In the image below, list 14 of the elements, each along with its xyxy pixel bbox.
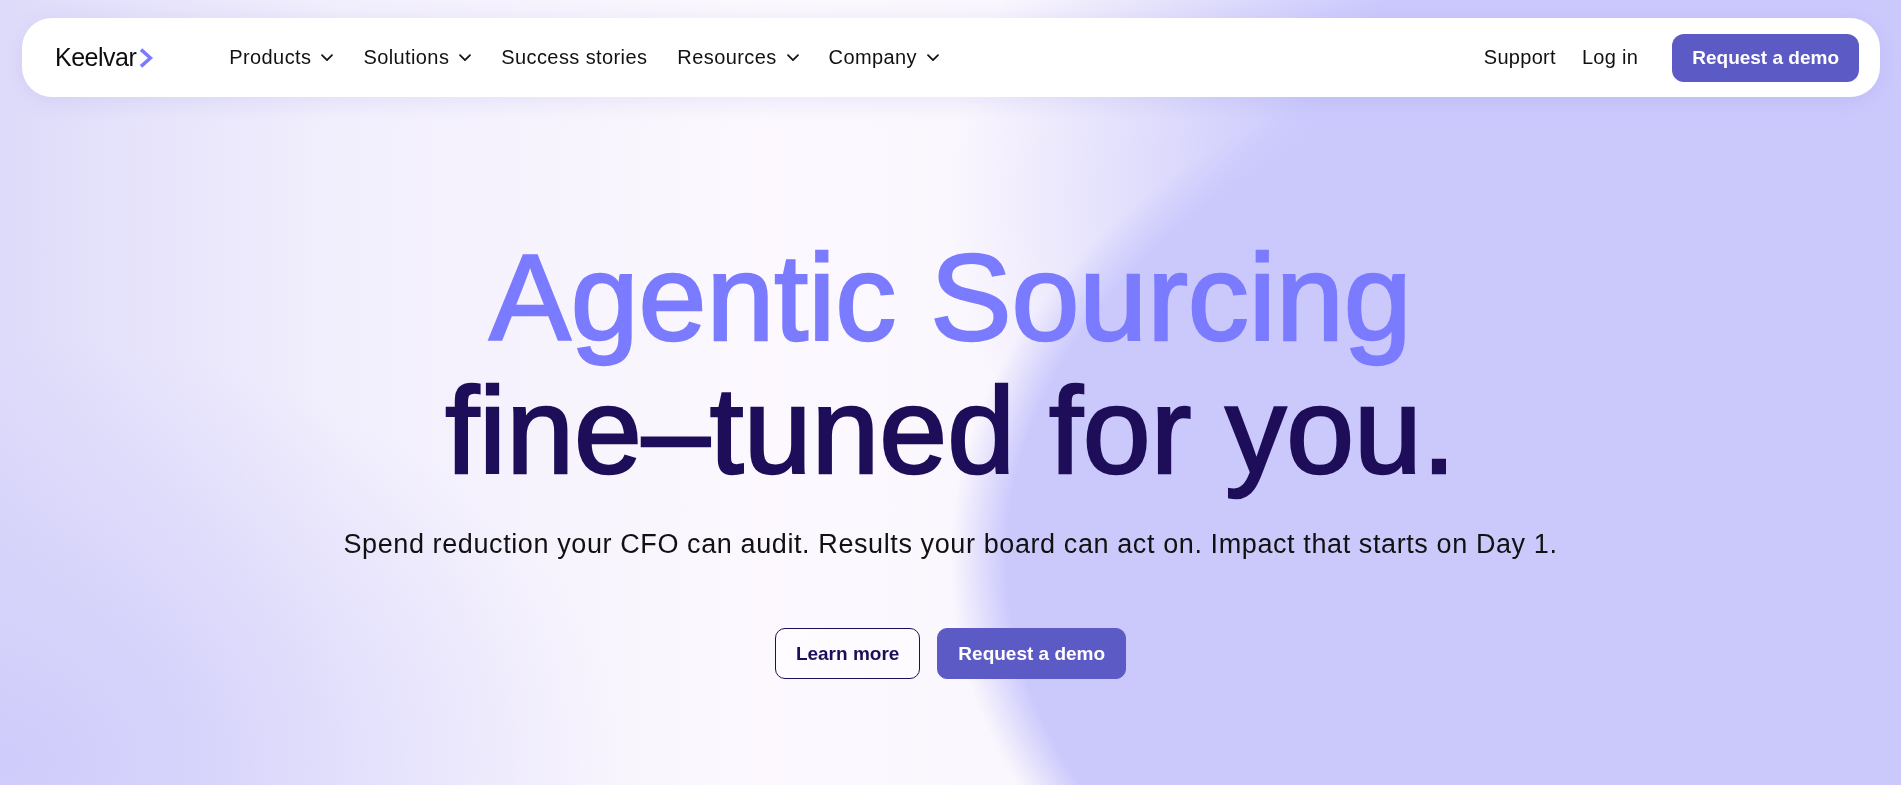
nav-menu[interactable]: Products [229,46,334,69]
nav-menu[interactable]: Resources [677,46,799,69]
nav-link[interactable]: Log in [1581,46,1639,69]
nav-link[interactable]: Support [1483,46,1556,69]
nav-menu[interactable]: Company [828,46,939,69]
hero-subtitle: Spend reduction your CFO can audit. Results your board can act on. Impact that starts on Day 1. [343,528,1558,560]
hero-headline: Agentic Sourcing fine–tuned for you. [445,232,1456,498]
nav-menu[interactable]: Solutions [363,46,472,69]
nav-link[interactable]: Success stories [501,46,648,69]
chevron-right-icon [139,47,154,68]
demo-button[interactable]: Request a demo [1672,33,1859,82]
logo-link[interactable]: Keelvar [55,43,154,72]
demo-button[interactable]: Request a demo [937,628,1127,679]
learn-more-button[interactable]: Learn more [774,628,921,679]
